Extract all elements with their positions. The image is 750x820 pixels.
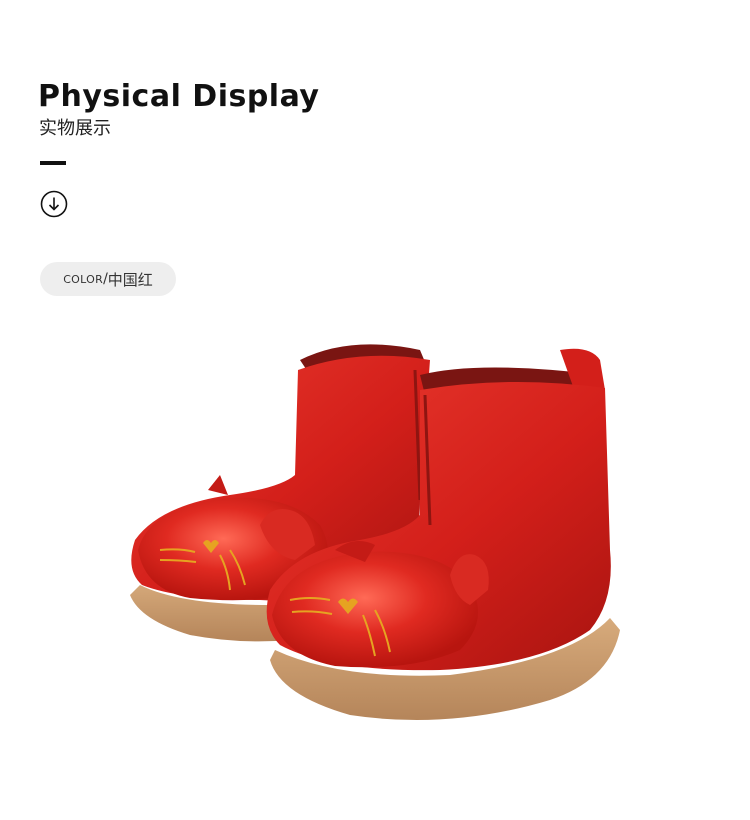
page-subtitle: 实物展示 xyxy=(39,118,111,139)
arrow-down-circle-icon[interactable] xyxy=(40,190,68,218)
color-tag-key: COLOR xyxy=(63,272,104,286)
page-title: Physical Display xyxy=(38,79,320,114)
title-underline xyxy=(40,161,66,165)
color-tag-value: 中国红 xyxy=(107,270,153,289)
color-tag: COLOR / 中国红 xyxy=(40,262,176,296)
product-photo xyxy=(130,344,620,720)
